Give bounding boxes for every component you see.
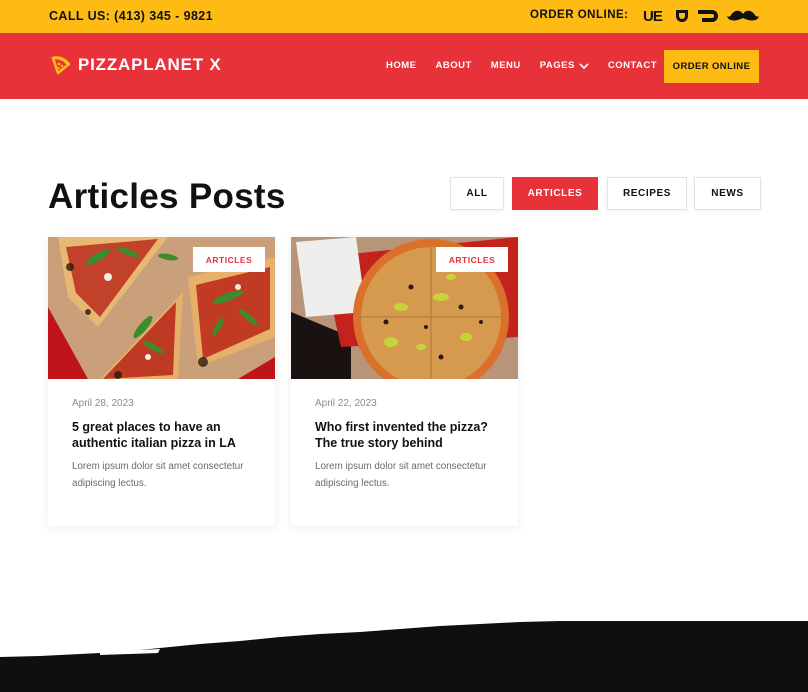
order-online-label: ORDER ONLINE: [530, 9, 629, 21]
category-tag[interactable]: ARTICLES [193, 247, 265, 272]
top-bar: CALL US: (413) 345 - 9821 ORDER ONLINE: … [0, 0, 808, 33]
page-title: Articles Posts [48, 177, 286, 216]
uber-eats-icon: UE [643, 7, 663, 25]
grubhub-icon [698, 10, 718, 22]
postmates-link[interactable] [727, 7, 759, 25]
filter-news[interactable]: NEWS [694, 177, 761, 210]
order-online-button[interactable]: ORDER ONLINE [664, 50, 759, 83]
footer-torn-edge [0, 621, 808, 692]
brand-name: PIZZAPLANET X [78, 55, 222, 74]
nav-about[interactable]: ABOUT [436, 60, 472, 71]
post-title[interactable]: 5 great places to have an authentic ital… [72, 419, 262, 451]
nav-pages[interactable]: PAGES [540, 60, 589, 71]
post-card[interactable]: ARTICLES April 28, 2023 5 great places t… [48, 237, 275, 526]
post-excerpt: Lorem ipsum dolor sit amet consectetur a… [72, 461, 244, 489]
logo[interactable]: PIZZAPLANET X [51, 55, 222, 75]
post-excerpt: Lorem ipsum dolor sit amet consectetur a… [315, 461, 487, 489]
filter-articles[interactable]: ARTICLES [512, 177, 598, 210]
main-navbar: PIZZAPLANET X HOME ABOUT MENU PAGES CONT… [0, 33, 808, 99]
filter-recipes[interactable]: RECIPES [607, 177, 687, 210]
post-date: April 22, 2023 [315, 398, 377, 409]
nav-contact[interactable]: CONTACT [608, 60, 657, 71]
main-nav: HOME ABOUT MENU PAGES CONTACT [386, 60, 657, 71]
nav-menu[interactable]: MENU [491, 60, 521, 71]
chevron-down-icon [579, 62, 589, 69]
uber-eats-link[interactable]: UE [643, 7, 663, 25]
post-date: April 28, 2023 [72, 398, 134, 409]
post-card[interactable]: ARTICLES April 22, 2023 Who first invent… [291, 237, 518, 526]
doordash-icon [676, 10, 688, 22]
call-us-text: CALL US: (413) 345 - 9821 [49, 9, 213, 23]
nav-pages-label: PAGES [539, 60, 575, 71]
filter-all[interactable]: ALL [450, 177, 504, 210]
post-title[interactable]: Who first invented the pizza? The true s… [315, 419, 505, 451]
category-tag[interactable]: ARTICLES [436, 247, 508, 272]
post-image[interactable]: ARTICLES [291, 237, 518, 379]
nav-home[interactable]: HOME [386, 60, 417, 71]
mustache-icon [727, 10, 759, 21]
post-image[interactable]: ARTICLES [48, 237, 275, 379]
doordash-link[interactable] [674, 7, 690, 25]
grubhub-link[interactable] [697, 7, 719, 25]
pizza-slice-icon [51, 56, 71, 75]
